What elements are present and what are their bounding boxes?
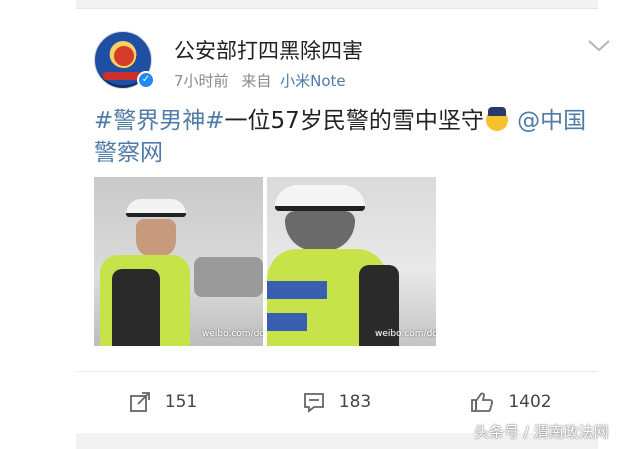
share-icon <box>129 392 150 412</box>
image-watermark: weibo.com/ddc <box>375 329 436 339</box>
page-watermark: 头条号 / 渭南政法网 <box>474 423 609 441</box>
officer-face <box>136 219 176 257</box>
comment-icon <box>303 393 324 413</box>
feed-separator-top <box>76 0 598 8</box>
image-watermark: weibo.com/ddc <box>202 329 263 339</box>
comment-button[interactable]: 183 <box>250 375 424 429</box>
hashtag-link[interactable]: #警界男神# <box>94 108 225 134</box>
police-emblem-icon <box>112 44 136 68</box>
weibo-post-card: ✓ 公安部打四黑除四害 7小时前 来自 小米Note #警界男神#一位57岁民警… <box>76 8 610 433</box>
comment-count: 183 <box>338 392 372 412</box>
chevron-down-icon[interactable] <box>586 33 612 59</box>
via-label: 来自 <box>241 72 272 90</box>
repost-count: 151 <box>164 392 198 412</box>
vest-stripe <box>267 281 327 299</box>
post-image-2[interactable]: weibo.com/ddc <box>267 177 436 346</box>
like-count: 1402 <box>508 392 552 412</box>
police-emoji-icon <box>485 107 508 131</box>
verified-badge-icon: ✓ <box>137 71 155 89</box>
action-divider <box>76 371 598 372</box>
post-meta: 7小时前 来自 小米Note <box>174 70 346 91</box>
officer-cap <box>275 185 365 211</box>
officer-cap <box>126 199 186 217</box>
thumbs-up-icon <box>471 392 494 412</box>
post-image-1[interactable]: weibo.com/ddc <box>94 177 263 346</box>
post-time: 7小时前 <box>174 72 229 90</box>
author-name[interactable]: 公安部打四黑除四害 <box>174 35 363 65</box>
post-content: #警界男神#一位57岁民警的雪中坚守 @中国警察网 <box>94 105 594 169</box>
officer-head <box>285 211 355 251</box>
officer-coat <box>112 269 160 346</box>
post-source[interactable]: 小米Note <box>280 72 346 90</box>
background-car <box>194 257 263 297</box>
repost-button[interactable]: 151 <box>76 375 250 429</box>
vest-stripe <box>267 313 307 331</box>
post-text: 一位57岁民警的雪中坚守 <box>224 108 484 134</box>
